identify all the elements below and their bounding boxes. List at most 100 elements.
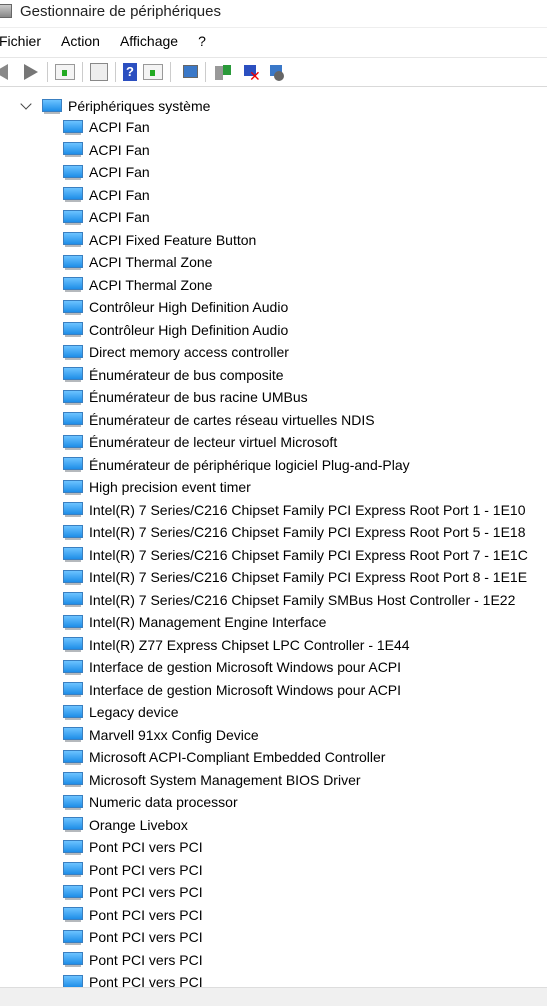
tree-item-label: Direct memory access controller [89,344,289,360]
tree-item[interactable]: Interface de gestion Microsoft Windows p… [63,679,401,701]
tree-item-label: Contrôleur High Definition Audio [89,321,289,338]
tree-item-label: Intel(R) 7 Series/C216 Chipset Family PC… [89,546,528,563]
tree-item[interactable]: Intel(R) 7 Series/C216 Chipset Family PC… [63,499,526,521]
tree-item[interactable]: Contrôleur High Definition Audio [63,319,288,341]
tree-item[interactable]: Marvell 91xx Config Device [63,724,259,746]
tree-item[interactable]: Pont PCI vers PCI [63,949,203,971]
toolbar: ? ✕ [0,57,547,87]
help-icon[interactable]: ? [123,63,137,81]
device-icon [63,907,83,922]
tree-item-label: Pont PCI vers PCI [89,861,203,878]
tree-item[interactable]: ACPI Thermal Zone [63,251,212,273]
back-icon[interactable] [0,63,14,81]
tree-node-label: Périphériques système [68,98,211,114]
device-icon [63,524,83,540]
tree-item[interactable]: Intel(R) 7 Series/C216 Chipset Family PC… [63,566,527,588]
tree-item[interactable]: Interface de gestion Microsoft Windows p… [63,656,401,678]
tree-item[interactable]: Intel(R) 7 Series/C216 Chipset Family SM… [63,589,515,611]
menu-action[interactable]: Action [61,33,100,49]
tree-item-label: ACPI Fixed Feature Button [89,231,257,248]
tree-item[interactable]: ACPI Fan [63,206,150,228]
menu-fichier[interactable]: Fichier [0,33,41,49]
menu-help[interactable]: ? [198,33,206,49]
disable-device-icon[interactable] [265,63,285,81]
scan-hardware-icon[interactable] [178,63,198,81]
separator [115,62,116,82]
tree-item-label: Énumérateur de bus racine UMBus [89,389,308,405]
device-icon [63,704,83,720]
tree-item[interactable]: Microsoft System Management BIOS Driver [63,769,361,791]
tree-node-system-devices[interactable]: Périphériques système [20,95,210,117]
device-icon [63,592,83,607]
tree-item[interactable]: Direct memory access controller [63,341,289,363]
forward-icon[interactable] [20,63,40,81]
tree-item[interactable]: ACPI Fan [63,184,150,206]
tree-item-label: Interface de gestion Microsoft Windows p… [89,659,402,675]
uninstall-device-icon[interactable]: ✕ [239,63,261,83]
tree-item[interactable]: Énumérateur de lecteur virtuel Microsoft [63,431,337,453]
device-icon [63,749,83,765]
update-driver-icon[interactable] [213,63,233,81]
show-action-pane-icon[interactable] [143,64,163,80]
tree-item-label: ACPI Fan [89,186,150,203]
tree-item[interactable]: Énumérateur de bus racine UMBus [63,386,308,408]
tree-item-label: Microsoft ACPI-Compliant Embedded Contro… [89,749,386,765]
tree-item[interactable]: ACPI Fixed Feature Button [63,229,256,251]
device-icon [63,637,83,652]
device-icon [63,434,83,450]
separator [47,62,48,82]
chevron-down-icon[interactable] [20,98,32,110]
tree-item-label: Pont PCI vers PCI [89,884,203,900]
tree-item[interactable]: ACPI Fan [63,116,150,138]
tree-item[interactable]: Énumérateur de bus composite [63,364,284,386]
tree-item[interactable]: Numeric data processor [63,791,238,813]
tree-item[interactable]: Intel(R) 7 Series/C216 Chipset Family PC… [63,521,526,543]
tree-item[interactable]: Legacy device [63,701,179,723]
device-icon [63,209,83,225]
tree-item[interactable]: Énumérateur de périphérique logiciel Plu… [63,454,410,476]
tree-item-label: Pont PCI vers PCI [89,974,203,988]
tree-item[interactable]: Contrôleur High Definition Audio [63,296,288,318]
properties-icon[interactable] [90,63,108,81]
device-icon [63,367,83,382]
tree-item[interactable]: Intel(R) 7 Series/C216 Chipset Family PC… [63,544,528,566]
tree-item-label: Énumérateur de périphérique logiciel Plu… [89,456,410,473]
monitor-icon [42,98,62,114]
tree-item-label: Pont PCI vers PCI [89,951,203,968]
tree-item[interactable]: Pont PCI vers PCI [63,904,203,926]
tree-item[interactable]: Pont PCI vers PCI [63,971,203,988]
tree-item-label: ACPI Fan [89,209,150,225]
menu-affichage[interactable]: Affichage [120,33,178,49]
tree-item-label: Intel(R) 7 Series/C216 Chipset Family PC… [89,501,526,518]
device-icon [63,614,83,630]
tree-item[interactable]: Intel(R) Z77 Express Chipset LPC Control… [63,634,410,656]
tree-item-label: Pont PCI vers PCI [89,929,203,945]
tree-item[interactable]: Orange Livebox [63,814,188,836]
tree-item-label: ACPI Fan [89,164,150,180]
tree-item[interactable]: ACPI Thermal Zone [63,274,212,296]
tree-item[interactable]: Microsoft ACPI-Compliant Embedded Contro… [63,746,385,768]
device-icon [63,974,83,988]
device-icon [63,479,83,495]
tree-item-label: Marvell 91xx Config Device [89,726,259,743]
device-icon [63,569,83,585]
tree-item-label: Intel(R) Z77 Express Chipset LPC Control… [89,636,410,653]
tree-item[interactable]: ACPI Fan [63,161,150,183]
tree-item[interactable]: High precision event timer [63,476,251,498]
show-hide-console-tree-icon[interactable] [55,64,75,80]
device-icon [63,952,83,967]
tree-item[interactable]: Intel(R) Management Engine Interface [63,611,326,633]
tree-item-label: ACPI Thermal Zone [89,276,213,293]
tree-item[interactable]: ACPI Fan [63,139,150,161]
device-icon [63,119,83,135]
device-icon [63,727,83,742]
device-icon [63,772,83,787]
tree-item[interactable]: Pont PCI vers PCI [63,926,203,948]
tree-item-label: Intel(R) 7 Series/C216 Chipset Family SM… [89,591,516,608]
tree-item[interactable]: Pont PCI vers PCI [63,836,203,858]
tree-item[interactable]: Énumérateur de cartes réseau virtuelles … [63,409,375,431]
tree-item[interactable]: Pont PCI vers PCI [63,859,203,881]
device-icon [63,862,83,877]
tree-item[interactable]: Pont PCI vers PCI [63,881,203,903]
status-bar [0,987,547,1006]
